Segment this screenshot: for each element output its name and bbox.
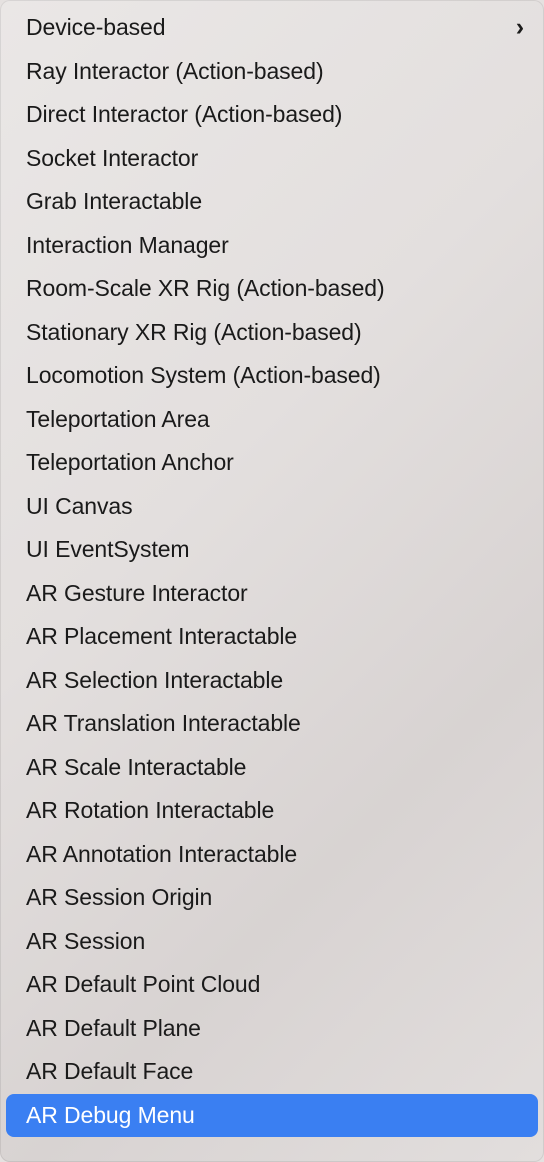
menu-item[interactable]: Ray Interactor (Action-based): [0, 50, 544, 94]
menu-item-label: AR Session Origin: [26, 884, 212, 911]
menu-item-label: AR Annotation Interactable: [26, 841, 297, 868]
menu-item[interactable]: AR Session Origin: [0, 876, 544, 920]
menu-item-label: AR Placement Interactable: [26, 623, 297, 650]
menu-item[interactable]: Stationary XR Rig (Action-based): [0, 311, 544, 355]
menu-item-label: AR Scale Interactable: [26, 754, 246, 781]
menu-item-label: AR Gesture Interactor: [26, 580, 248, 607]
menu-item-label: Grab Interactable: [26, 188, 202, 215]
menu-item-label: Socket Interactor: [26, 145, 198, 172]
menu-item[interactable]: Device-based ›: [0, 6, 544, 50]
menu-item-label: UI Canvas: [26, 493, 132, 520]
chevron-right-icon: ›: [516, 13, 524, 42]
menu-item-label: Teleportation Anchor: [26, 449, 234, 476]
menu-item[interactable]: AR Default Face: [0, 1050, 544, 1094]
menu-item-label: Teleportation Area: [26, 406, 210, 433]
context-menu: Device-based › Ray Interactor (Action-base…: [0, 0, 544, 1162]
menu-item[interactable]: Interaction Manager: [0, 224, 544, 268]
menu-item[interactable]: UI EventSystem: [0, 528, 544, 572]
menu-item-label: Room-Scale XR Rig (Action-based): [26, 275, 385, 302]
menu-item[interactable]: Teleportation Anchor: [0, 441, 544, 485]
menu-item[interactable]: Socket Interactor: [0, 137, 544, 181]
menu-item-label: AR Session: [26, 928, 145, 955]
menu-item[interactable]: AR Rotation Interactable: [0, 789, 544, 833]
menu-item[interactable]: AR Placement Interactable: [0, 615, 544, 659]
menu-item-label: UI EventSystem: [26, 536, 190, 563]
menu-item[interactable]: AR Selection Interactable: [0, 659, 544, 703]
menu-item-label: Locomotion System (Action-based): [26, 362, 381, 389]
menu-item[interactable]: AR Scale Interactable: [0, 746, 544, 790]
menu-item-label: AR Selection Interactable: [26, 667, 283, 694]
menu-item[interactable]: AR Default Plane: [0, 1007, 544, 1051]
menu-item[interactable]: AR Session: [0, 920, 544, 964]
menu-item[interactable]: Direct Interactor (Action-based): [0, 93, 544, 137]
menu-item[interactable]: AR Annotation Interactable: [0, 833, 544, 877]
menu-item-label: Direct Interactor (Action-based): [26, 101, 342, 128]
menu-item[interactable]: AR Default Point Cloud: [0, 963, 544, 1007]
menu-item[interactable]: Locomotion System (Action-based): [0, 354, 544, 398]
menu-item-label: Stationary XR Rig (Action-based): [26, 319, 362, 346]
menu-item[interactable]: AR Gesture Interactor: [0, 572, 544, 616]
menu-item[interactable]: Room-Scale XR Rig (Action-based): [0, 267, 544, 311]
menu-item[interactable]: Teleportation Area: [0, 398, 544, 442]
menu-item-label: Ray Interactor (Action-based): [26, 58, 324, 85]
menu-item[interactable]: AR Translation Interactable: [0, 702, 544, 746]
menu-item[interactable]: UI Canvas: [0, 485, 544, 529]
menu-item-label: AR Rotation Interactable: [26, 797, 274, 824]
menu-item-label: AR Translation Interactable: [26, 710, 301, 737]
menu-item[interactable]: AR Debug Menu: [6, 1094, 538, 1138]
menu-item[interactable]: Grab Interactable: [0, 180, 544, 224]
menu-item-label: AR Default Point Cloud: [26, 971, 260, 998]
menu-item-label: AR Debug Menu: [26, 1102, 195, 1129]
menu-item-label: Device-based: [26, 14, 165, 41]
menu-item-label: Interaction Manager: [26, 232, 229, 259]
menu-item-label: AR Default Plane: [26, 1015, 201, 1042]
menu-item-label: AR Default Face: [26, 1058, 193, 1085]
